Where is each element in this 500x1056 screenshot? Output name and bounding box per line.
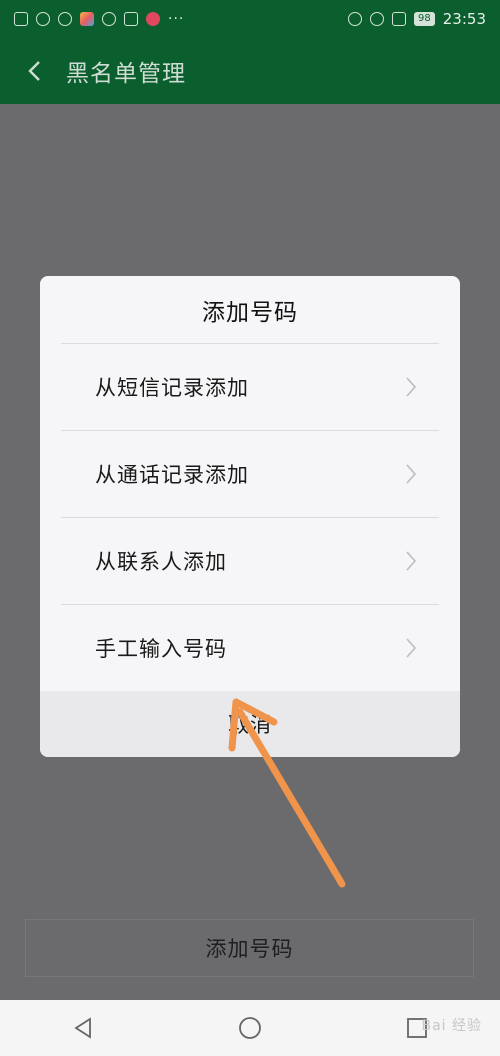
option-label: 手工输入号码 [95,637,227,661]
emoji-icon [146,12,160,26]
vibrate-icon [392,12,407,26]
option-from-calls[interactable]: 从通话记录添加 [61,431,439,518]
option-label: 从短信记录添加 [95,376,249,400]
nav-back-button[interactable] [63,1008,103,1048]
cancel-button[interactable]: 取消 [40,691,460,757]
option-manual-entry[interactable]: 手工输入号码 [61,605,439,692]
wifi-icon [36,12,50,26]
add-number-button[interactable]: 添加号码 [25,919,474,977]
status-bar-right: 98 23:53 [348,10,486,28]
alert-icon [14,12,28,26]
option-label: 从通话记录添加 [95,463,249,487]
title-bar: 黑名单管理 [0,38,500,104]
app-icon [80,12,94,26]
option-from-contacts[interactable]: 从联系人添加 [61,518,439,605]
moon-icon [370,12,385,26]
page-title: 黑名单管理 [66,61,186,87]
chevron-left-icon [28,61,40,81]
sync-icon [58,12,72,26]
message-icon [124,12,138,26]
option-from-sms[interactable]: 从短信记录添加 [61,344,439,431]
more-notifications: ··· [168,11,185,27]
nav-home-button[interactable] [230,1008,270,1048]
status-time: 23:53 [442,10,486,28]
battery-level: 98 [414,12,435,26]
chevron-right-icon [406,464,417,484]
dialog-title: 添加号码 [61,276,439,344]
record-icon [102,12,116,26]
option-label: 从联系人添加 [95,550,227,574]
circle-home-icon [239,1017,261,1039]
chevron-right-icon [406,551,417,571]
back-button[interactable] [22,59,46,83]
chevron-right-icon [406,377,417,397]
chevron-right-icon [406,638,417,658]
status-bar: ··· 98 23:53 [0,0,500,38]
eye-icon [348,12,363,26]
watermark: Bai 经验 [421,1018,482,1034]
add-number-dialog: 添加号码 从短信记录添加 从通话记录添加 从联系人添加 手工输入号码 取消 [40,276,460,757]
status-bar-left: ··· [14,11,184,27]
triangle-back-icon [74,1017,92,1039]
